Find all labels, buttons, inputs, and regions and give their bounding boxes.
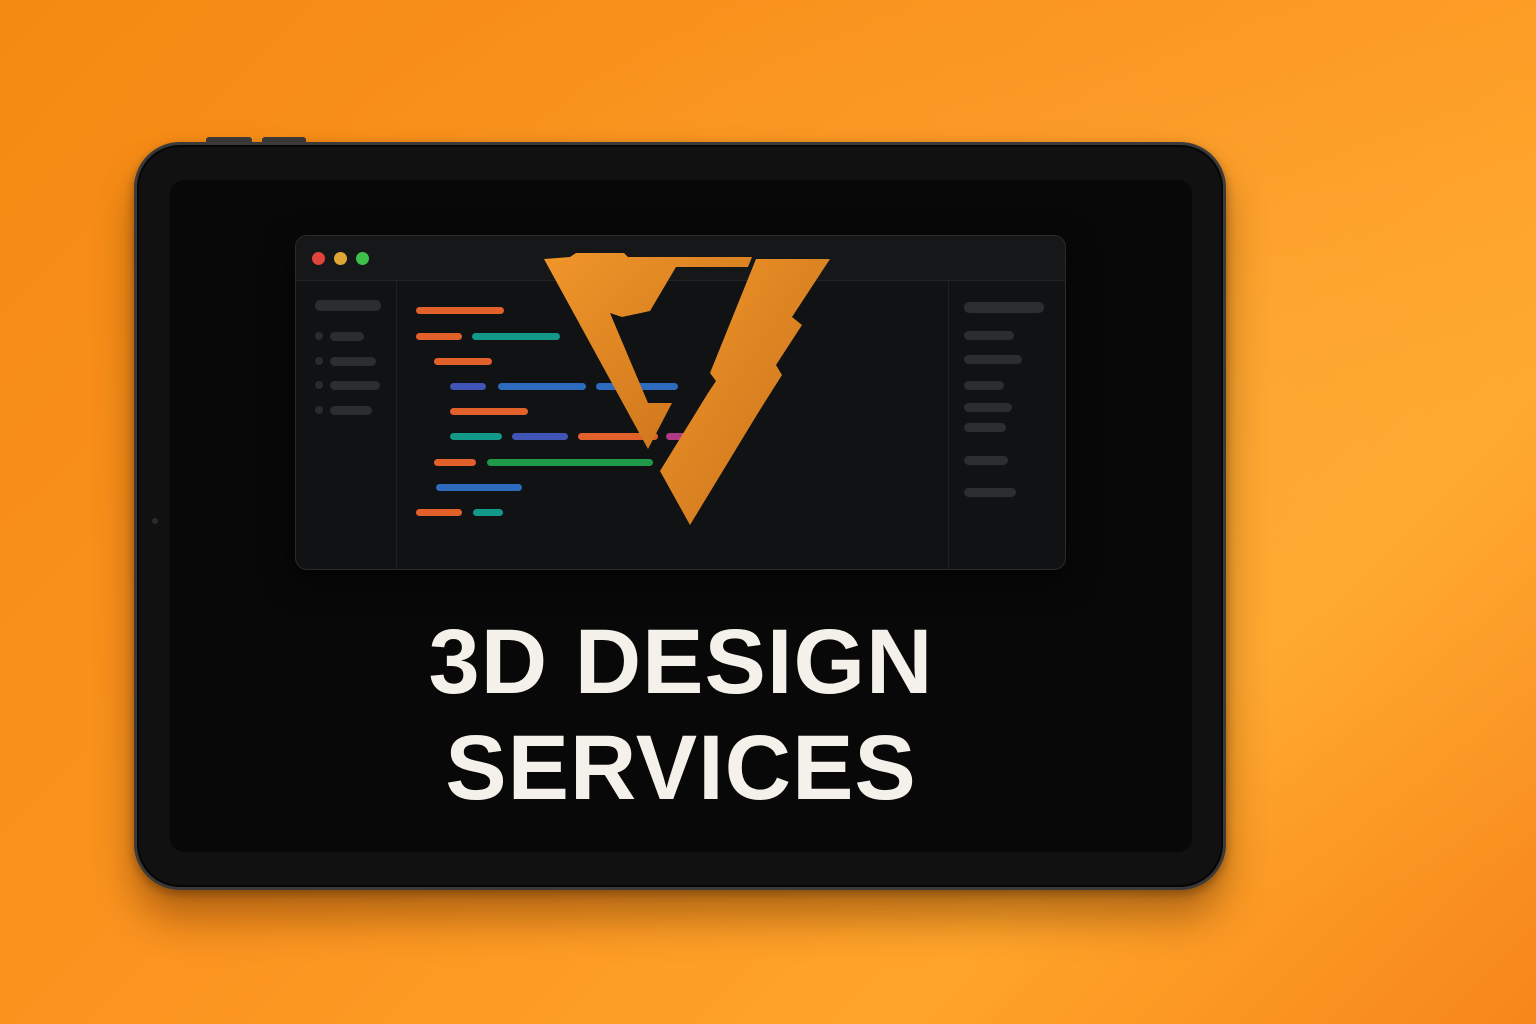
inspector-item[interactable]: [964, 456, 1008, 465]
headline-line-2: SERVICES: [445, 717, 917, 819]
inspector-item[interactable]: [964, 355, 1022, 364]
file-icon: [315, 357, 323, 365]
camera-icon: [152, 518, 158, 524]
inspector-item[interactable]: [964, 331, 1014, 340]
inspector-item[interactable]: [964, 381, 1004, 390]
code-token: [434, 459, 476, 466]
file-icon: [315, 406, 323, 414]
sidebar-item[interactable]: [330, 332, 364, 341]
headline-line-1: 3D DESIGN: [428, 611, 934, 713]
code-token: [450, 433, 502, 440]
inspector-item[interactable]: [964, 488, 1016, 497]
code-token: [434, 358, 492, 365]
inspector-panel: [948, 280, 1065, 569]
code-token: [416, 333, 462, 340]
code-token: [416, 509, 462, 516]
close-dot-icon[interactable]: [312, 252, 325, 265]
inspector-item[interactable]: [964, 423, 1006, 432]
code-token: [473, 509, 503, 516]
file-sidebar: [296, 280, 397, 569]
minimize-dot-icon[interactable]: [334, 252, 347, 265]
sidebar-header: [315, 300, 381, 311]
sidebar-item[interactable]: [330, 406, 372, 415]
file-icon: [315, 381, 323, 389]
inspector-header: [964, 302, 1044, 313]
stylized-v-logo-icon: [544, 253, 830, 525]
maximize-dot-icon[interactable]: [356, 252, 369, 265]
code-token: [436, 484, 522, 491]
file-icon: [315, 332, 323, 340]
sidebar-item[interactable]: [330, 357, 376, 366]
code-token: [450, 408, 528, 415]
code-token: [416, 307, 504, 314]
inspector-item[interactable]: [964, 403, 1012, 412]
sidebar-item[interactable]: [330, 381, 380, 390]
code-token: [450, 383, 486, 390]
